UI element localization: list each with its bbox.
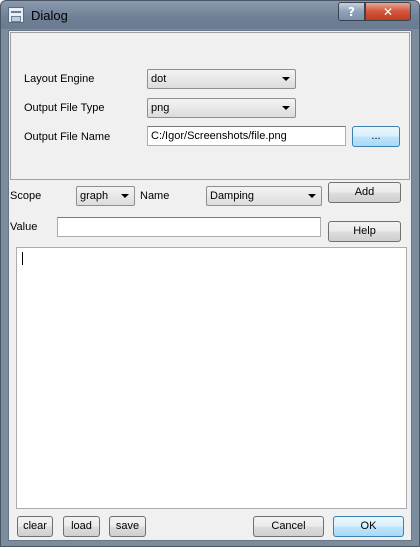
help-button[interactable]: Help <box>328 221 401 242</box>
attribute-name-combo[interactable]: Damping <box>206 186 322 206</box>
output-settings-panel: Layout Engine dot Output File Type png O… <box>10 32 410 180</box>
output-file-name-field[interactable]: C:/Igor/Screenshots/file.png <box>147 126 346 146</box>
name-label: Name <box>140 190 170 202</box>
output-type-value: png <box>151 102 170 114</box>
add-button[interactable]: Add <box>328 182 401 203</box>
attribute-name-value: Damping <box>210 190 255 202</box>
title-bar[interactable]: Dialog ? ✕ <box>1 1 419 29</box>
close-window-button[interactable]: ✕ <box>365 2 411 21</box>
chevron-down-icon <box>282 106 290 110</box>
chevron-down-icon <box>282 77 290 81</box>
app-icon <box>8 7 24 23</box>
dialog-client-area: Layout Engine dot Output File Type png O… <box>8 30 412 541</box>
load-button[interactable]: load <box>63 516 100 537</box>
layout-engine-label: Layout Engine <box>24 73 95 85</box>
layout-engine-value: dot <box>151 73 167 85</box>
script-editor[interactable] <box>16 247 407 509</box>
ok-button[interactable]: OK <box>333 516 404 537</box>
cancel-button[interactable]: Cancel <box>253 516 324 537</box>
text-caret <box>22 252 23 265</box>
browse-button[interactable]: ... <box>352 126 400 147</box>
output-name-label: Output File Name <box>24 131 111 143</box>
value-field[interactable] <box>57 217 321 237</box>
close-icon: ✕ <box>382 4 394 19</box>
context-help-button[interactable]: ? <box>338 2 365 21</box>
output-type-label: Output File Type <box>24 102 105 114</box>
value-label: Value <box>10 221 38 233</box>
scope-value: graph <box>80 190 109 202</box>
layout-engine-combo[interactable]: dot <box>147 69 296 89</box>
window-title: Dialog <box>31 8 68 23</box>
dialog-window: Dialog ? ✕ Layout Engine dot Output File… <box>0 0 420 547</box>
scope-label: Scope <box>10 190 42 202</box>
question-mark-icon: ? <box>348 4 355 19</box>
output-file-name-value: C:/Igor/Screenshots/file.png <box>151 130 287 142</box>
chevron-down-icon <box>121 194 129 198</box>
chevron-down-icon <box>308 194 316 198</box>
scope-combo[interactable]: graph <box>76 186 135 206</box>
output-type-combo[interactable]: png <box>147 98 296 118</box>
save-button[interactable]: save <box>109 516 146 537</box>
clear-button[interactable]: clear <box>17 516 53 537</box>
